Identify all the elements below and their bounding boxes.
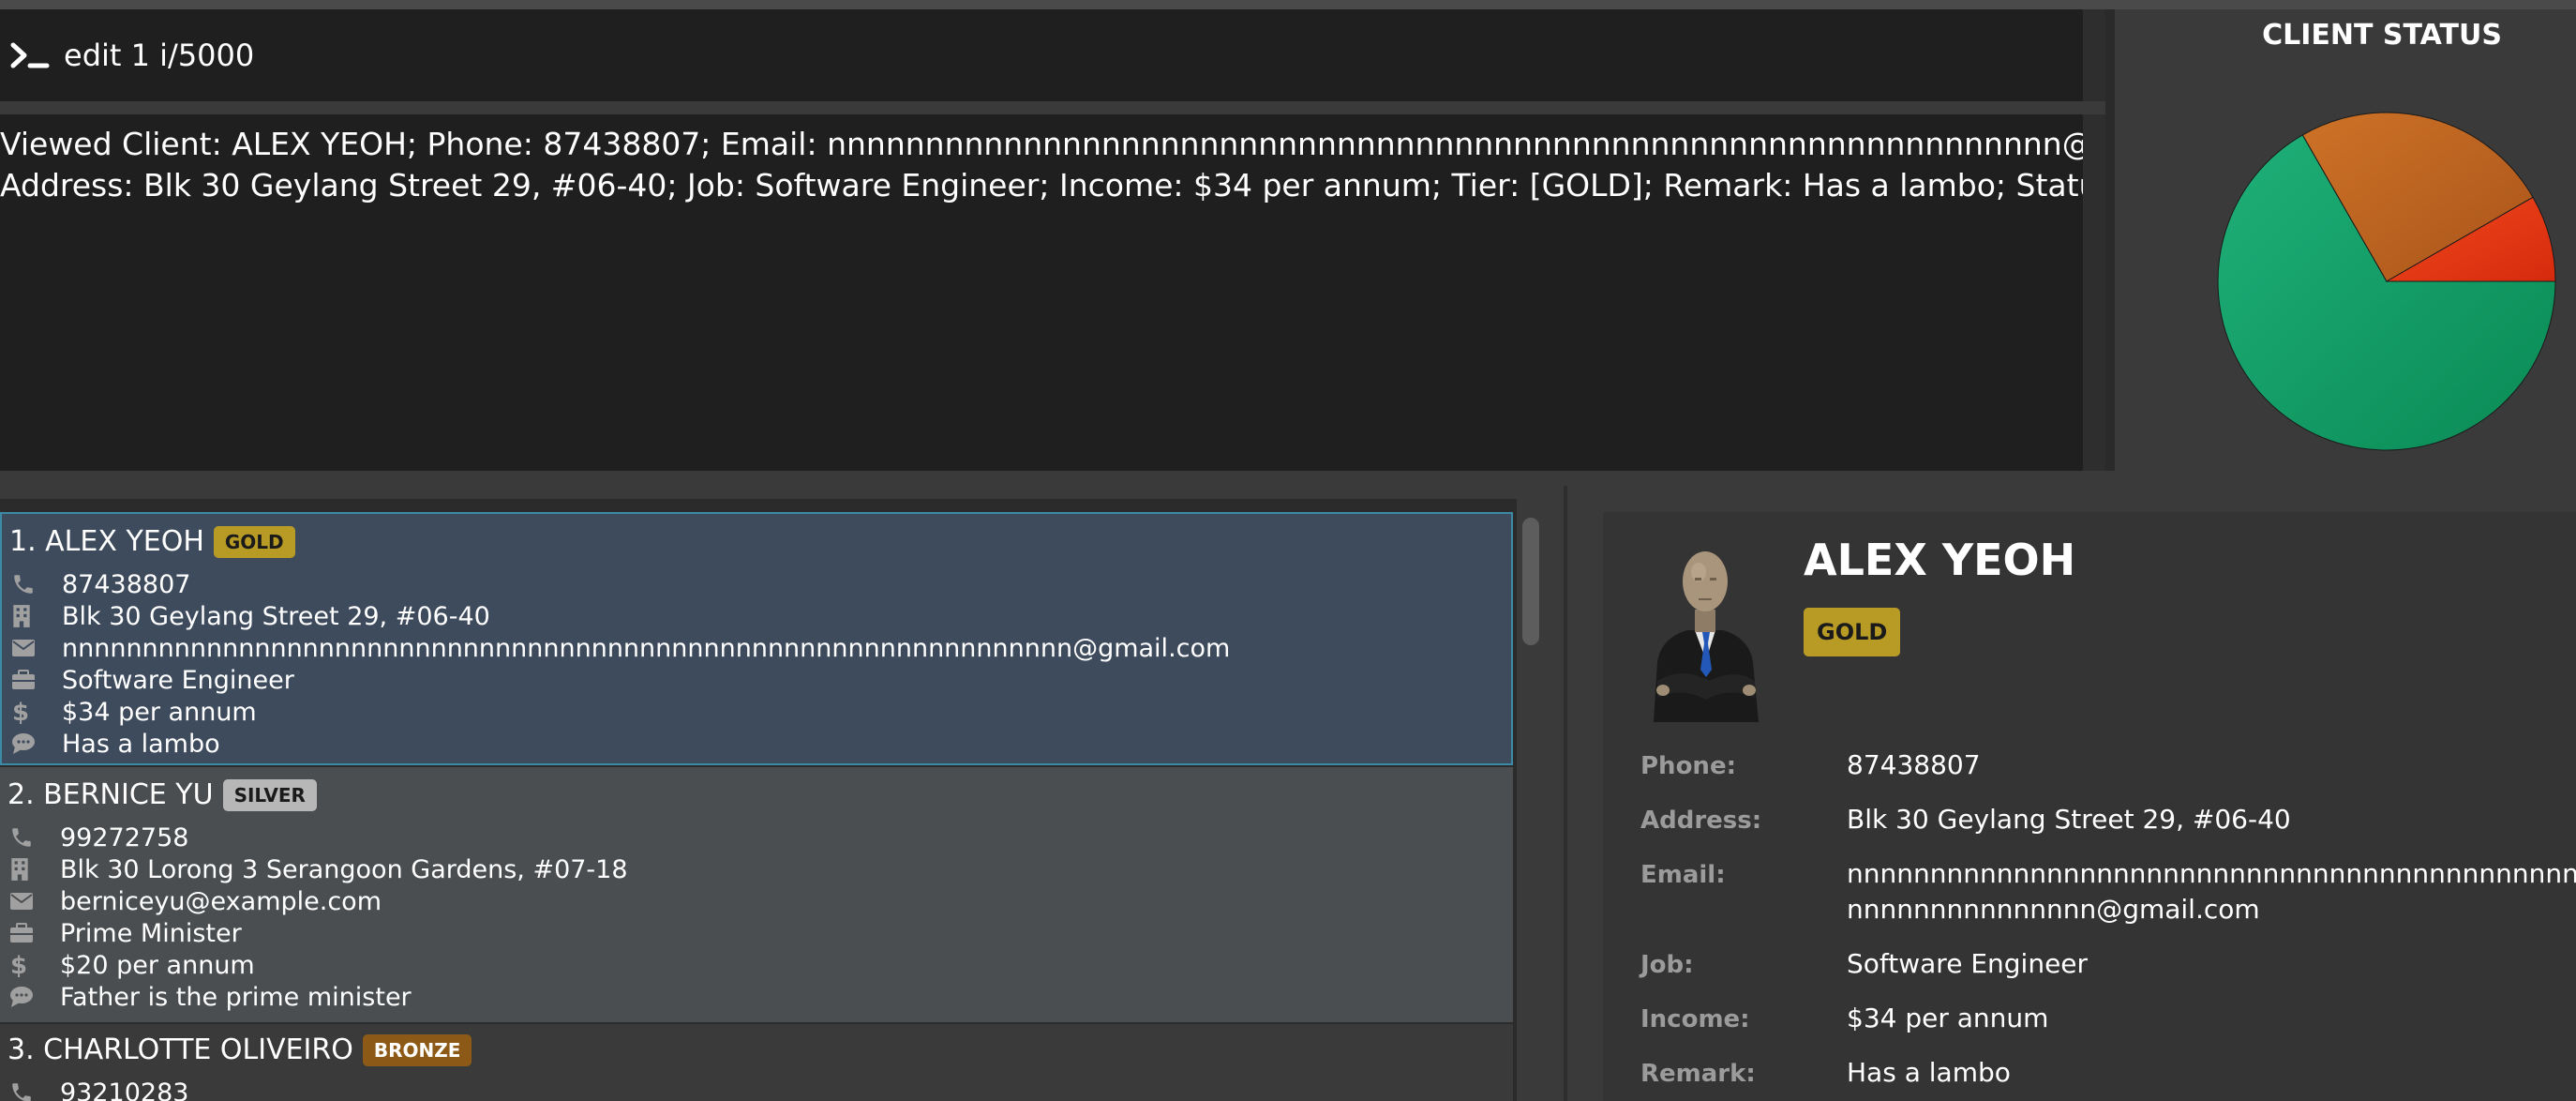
detail-remark: Has a lambo <box>1847 1057 2011 1088</box>
client-card-name: 1. ALEX YEOH <box>9 525 204 558</box>
building-icon <box>11 603 45 629</box>
detail-label-email: Email: <box>1640 861 1726 889</box>
client-phone: 87438807 <box>62 569 191 599</box>
envelope-icon <box>11 635 45 661</box>
detail-label-income: Income: <box>1640 1005 1750 1033</box>
client-card-name: 3. CHARLOTTE OLIVEIRO <box>7 1033 353 1066</box>
detail-tier-badge: GOLD <box>1804 608 1901 656</box>
client-phone: 93210283 <box>60 1078 189 1101</box>
building-icon <box>9 856 43 882</box>
briefcase-icon <box>11 667 45 693</box>
client-email: nnnnnnnnnnnnnnnnnnnnnnnnnnnnnnnnnnnnnnnn… <box>62 633 1231 663</box>
dollar-icon: $ <box>11 699 45 725</box>
client-status-pie-chart <box>2217 112 2556 451</box>
svg-text:$: $ <box>12 699 29 725</box>
client-detail-panel: ALEX YEOH GOLD Phone: 87438807 Address: … <box>1603 512 2576 1101</box>
detail-address: Blk 30 Geylang Street 29, #06-40 <box>1847 804 2291 835</box>
command-box <box>0 9 2083 101</box>
client-status-title: CLIENT STATUS <box>2262 19 2502 52</box>
client-avatar <box>1654 551 1759 722</box>
client-list: 1. ALEX YEOH GOLD 87438807 Blk 30 Geylan… <box>0 499 1517 1101</box>
result-line-2: Address: Blk 30 Geylang Street 29, #06-4… <box>0 167 2204 204</box>
svg-text:$: $ <box>10 952 27 978</box>
detail-job: Software Engineer <box>1847 948 2089 979</box>
tier-badge: BRONZE <box>362 1033 472 1066</box>
briefcase-icon <box>9 920 43 946</box>
client-card-3[interactable]: 3. CHARLOTTE OLIVEIRO BRONZE 93210283 <box>0 1024 1513 1101</box>
result-scrollbar[interactable] <box>2083 114 2105 471</box>
client-address: Blk 30 Geylang Street 29, #06-40 <box>62 601 490 631</box>
tier-badge: GOLD <box>213 525 295 558</box>
terminal-prompt-icon <box>0 9 60 101</box>
result-line-1: Viewed Client: ALEX YEOH; Phone: 8743880… <box>0 126 2266 162</box>
client-phone: 99272758 <box>60 822 189 852</box>
comment-icon <box>9 984 43 1010</box>
client-list-scroll-thumb[interactable] <box>1522 518 1539 645</box>
result-display: Viewed Client: ALEX YEOH; Phone: 8743880… <box>0 114 2266 471</box>
tier-badge: SILVER <box>222 778 317 811</box>
client-card-name: 2. BERNICE YU <box>7 778 214 811</box>
client-email: berniceyu@example.com <box>60 886 382 916</box>
client-card-1[interactable]: 1. ALEX YEOH GOLD 87438807 Blk 30 Geylan… <box>0 512 1513 765</box>
client-income: $34 per annum <box>62 697 257 727</box>
detail-phone: 87438807 <box>1847 749 1981 780</box>
detail-label-phone: Phone: <box>1640 752 1736 780</box>
detail-label-job: Job: <box>1640 951 1694 979</box>
detail-email-line-1: nnnnnnnnnnnnnnnnnnnnnnnnnnnnnnnnnnnnnnnn… <box>1847 858 2576 889</box>
phone-icon <box>9 1079 43 1101</box>
client-status-panel: CLIENT STATUS <box>2115 9 2576 486</box>
dollar-icon: $ <box>9 952 43 978</box>
command-scrollbar <box>2083 9 2105 101</box>
client-remark: Has a lambo <box>62 729 220 759</box>
detail-label-address: Address: <box>1640 807 1762 835</box>
phone-icon <box>9 824 43 851</box>
detail-income: $34 per annum <box>1847 1003 2049 1033</box>
client-job: Prime Minister <box>60 918 242 948</box>
comment-icon <box>11 731 45 757</box>
detail-client-name: ALEX YEOH <box>1804 535 2076 585</box>
client-remark: Father is the prime minister <box>60 982 412 1012</box>
client-income: $20 per annum <box>60 950 255 980</box>
top-strip <box>0 0 2576 9</box>
detail-email-line-2: nnnnnnnnnnnnnnn@gmail.com <box>1847 894 2260 925</box>
command-input[interactable] <box>60 9 2083 101</box>
phone-icon <box>11 571 45 597</box>
envelope-icon <box>9 888 43 914</box>
client-address: Blk 30 Lorong 3 Serangoon Gardens, #07-1… <box>60 854 628 884</box>
client-card-2[interactable]: 2. BERNICE YU SILVER 99272758 Blk 30 Lor… <box>0 767 1513 1022</box>
detail-label-remark: Remark: <box>1640 1060 1756 1088</box>
client-job: Software Engineer <box>62 665 294 695</box>
